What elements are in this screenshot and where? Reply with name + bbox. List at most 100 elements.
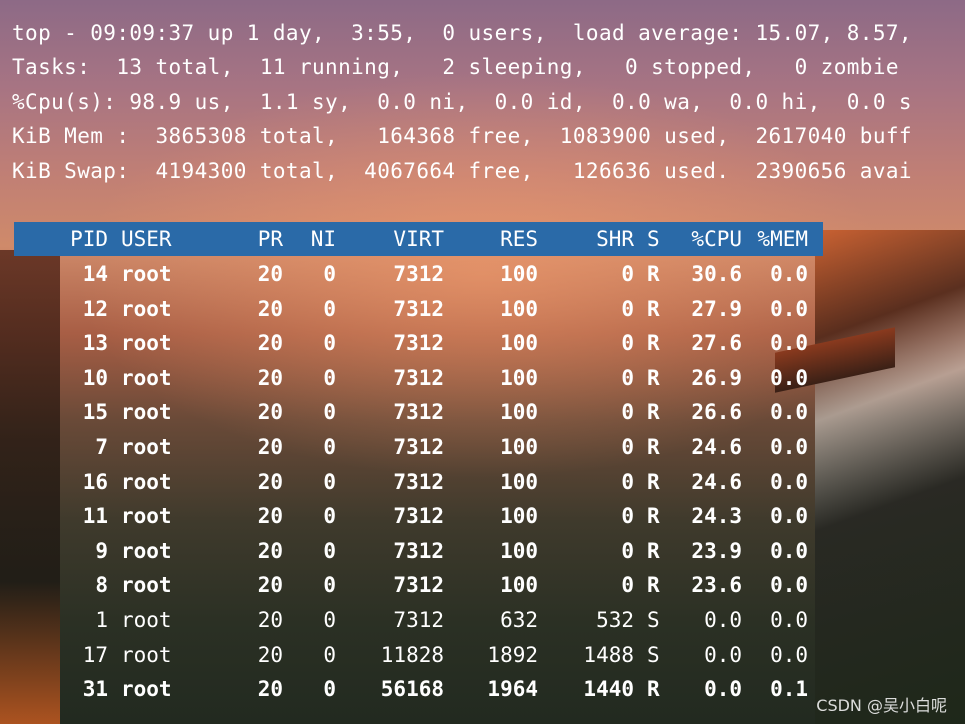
process-ni-cell: 0 (323, 469, 336, 494)
process-cpu-cell: 23.6 (691, 573, 742, 598)
process-row[interactable]: 9 root 20 0 7312 100 0 R 23.9 0.0 (0, 534, 965, 568)
process-s-cell: R (647, 296, 660, 321)
process-mem-cell: 0.0 (770, 331, 808, 356)
column-header-shr[interactable]: SHR (555, 222, 634, 256)
process-row[interactable]: 1 root 20 0 7312 632 532 S 0.0 0.0 (0, 603, 965, 637)
process-pid-cell: 14 (82, 262, 108, 286)
process-row[interactable]: 11 root 20 0 7312 100 0 R 24.3 0.0 (0, 499, 965, 533)
process-user-cell: root (121, 608, 172, 632)
process-virt-cell: 11828 (380, 642, 444, 667)
process-ni-cell: 0 (323, 400, 336, 425)
process-shr-cell: 0 (621, 262, 634, 286)
process-cpu-cell: 0.0 (704, 608, 742, 632)
process-virt-cell: 7312 (393, 262, 444, 286)
process-row[interactable]: 17 root 20 0 11828 1892 1488 S 0.0 0.0 (0, 638, 965, 672)
process-row[interactable]: 7 root 20 0 7312 100 0 R 24.6 0.0 (0, 430, 965, 464)
column-header-virt[interactable]: VIRT (360, 222, 444, 256)
process-mem-cell: 0.0 (770, 262, 808, 286)
terminal-window[interactable]: top - 09:09:37 up 1 day, 3:55, 0 users, … (0, 0, 965, 724)
process-mem-cell: 0.0 (770, 573, 808, 598)
process-s-cell: R (647, 331, 660, 356)
process-s-cell: R (647, 538, 660, 563)
process-pr-cell: 20 (257, 573, 283, 598)
column-header-state[interactable]: S (647, 222, 660, 256)
process-pid-cell: 13 (82, 331, 108, 356)
process-virt-cell: 7312 (393, 538, 444, 563)
process-cpu-cell: 26.6 (691, 400, 742, 425)
process-row[interactable]: 14 root 20 0 7312 100 0 R 30.6 0.0 (0, 257, 965, 291)
process-pid-cell: 7 (95, 435, 108, 459)
process-row[interactable]: 16 root 20 0 7312 100 0 R 24.6 0.0 (0, 465, 965, 499)
process-row[interactable]: 8 root 20 0 7312 100 0 R 23.6 0.0 (0, 568, 965, 602)
process-user-cell: root (121, 573, 172, 598)
process-pr-cell: 20 (257, 262, 283, 286)
process-virt-cell: 7312 (393, 469, 444, 494)
column-header-pid[interactable]: PID (40, 222, 108, 256)
column-header-ni[interactable]: NI (290, 222, 336, 256)
process-pr-cell: 20 (257, 608, 283, 632)
process-pr-cell: 20 (257, 677, 283, 702)
process-row[interactable]: 13 root 20 0 7312 100 0 R 27.6 0.0 (0, 326, 965, 360)
summary-swap-line: KiB Swap: 4194300 total, 4067664 free, 1… (12, 159, 912, 183)
process-res-cell: 632 (500, 608, 538, 632)
summary-mem-line: KiB Mem : 3865308 total, 164368 free, 10… (12, 124, 912, 148)
process-pr-cell: 20 (257, 365, 283, 390)
process-pid-cell: 10 (82, 365, 108, 390)
column-header-user[interactable]: USER (121, 222, 172, 256)
process-shr-cell: 1488 (583, 642, 634, 667)
process-mem-cell: 0.0 (770, 469, 808, 494)
summary-cpu-line: %Cpu(s): 98.9 us, 1.1 sy, 0.0 ni, 0.0 id… (12, 90, 912, 114)
column-header-mem[interactable]: %MEM (750, 222, 808, 256)
process-pid-cell: 9 (95, 538, 108, 563)
process-s-cell: R (647, 504, 660, 529)
process-shr-cell: 0 (621, 365, 634, 390)
process-row[interactable]: 12 root 20 0 7312 100 0 R 27.9 0.0 (0, 292, 965, 326)
process-mem-cell: 0.0 (770, 400, 808, 425)
process-s-cell: R (647, 365, 660, 390)
process-res-cell: 100 (500, 365, 538, 390)
column-header-res[interactable]: RES (460, 222, 538, 256)
process-user-cell: root (121, 296, 172, 321)
process-s-cell: R (647, 573, 660, 598)
process-user-cell: root (121, 469, 172, 494)
process-mem-cell: 0.0 (770, 642, 808, 667)
process-user-cell: root (121, 677, 172, 702)
process-user-cell: root (121, 400, 172, 425)
process-ni-cell: 0 (323, 435, 336, 459)
process-row[interactable]: 15 root 20 0 7312 100 0 R 26.6 0.0 (0, 395, 965, 429)
process-shr-cell: 0 (621, 435, 634, 459)
process-ni-cell: 0 (323, 365, 336, 390)
process-virt-cell: 7312 (393, 504, 444, 529)
process-cpu-cell: 0.0 (704, 677, 742, 702)
process-user-cell: root (121, 365, 172, 390)
process-s-cell: S (647, 642, 660, 667)
process-virt-cell: 7312 (393, 365, 444, 390)
column-header-pr[interactable]: PR (240, 222, 283, 256)
process-mem-cell: 0.0 (770, 296, 808, 321)
process-res-cell: 100 (500, 435, 538, 459)
process-cpu-cell: 23.9 (691, 538, 742, 563)
process-res-cell: 100 (500, 504, 538, 529)
process-user-cell: root (121, 504, 172, 529)
column-header-cpu[interactable]: %CPU (675, 222, 742, 256)
process-s-cell: R (647, 262, 660, 286)
process-ni-cell: 0 (323, 573, 336, 598)
process-shr-cell: 532 (596, 608, 634, 632)
process-cpu-cell: 24.6 (691, 469, 742, 494)
process-mem-cell: 0.0 (770, 435, 808, 459)
process-res-cell: 100 (500, 538, 538, 563)
process-shr-cell: 0 (621, 573, 634, 598)
process-user-cell: root (121, 262, 172, 286)
process-pr-cell: 20 (257, 435, 283, 459)
process-cpu-cell: 24.3 (691, 504, 742, 529)
process-virt-cell: 7312 (393, 296, 444, 321)
process-shr-cell: 0 (621, 504, 634, 529)
process-user-cell: root (121, 642, 172, 667)
process-ni-cell: 0 (323, 504, 336, 529)
process-cpu-cell: 27.9 (691, 296, 742, 321)
process-ni-cell: 0 (323, 608, 336, 632)
process-pid-cell: 16 (82, 469, 108, 494)
process-shr-cell: 0 (621, 331, 634, 356)
process-pr-cell: 20 (257, 538, 283, 563)
process-row[interactable]: 10 root 20 0 7312 100 0 R 26.9 0.0 (0, 361, 965, 395)
